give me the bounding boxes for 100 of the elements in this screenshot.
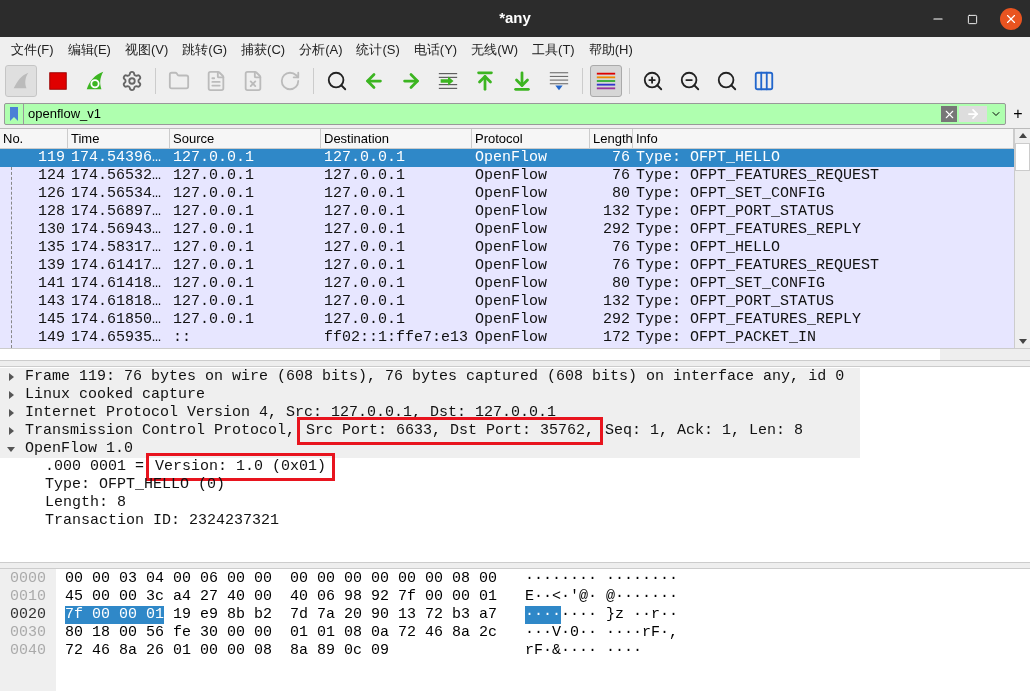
table-cell-text: 127.0.0.1 <box>172 311 255 329</box>
tree-item-text: Transmission Control Protocol, <box>25 420 296 441</box>
column-header[interactable]: Destination <box>321 129 472 148</box>
scrollbar-thumb[interactable] <box>1015 143 1030 171</box>
expander-icon[interactable] <box>7 373 16 381</box>
scroll-up-icon[interactable] <box>1018 132 1027 140</box>
menu-item[interactable]: 跳转(G) <box>175 39 235 60</box>
zoom-in-icon <box>642 70 664 92</box>
table-cell-text: Type: OFPT_PORT_STATUS <box>635 203 836 221</box>
packet-row[interactable]: 126 174.56534… 127.0.0.1 127.0.0.1 OpenFlow 80 Type: OFPT_SET_CONFIG <box>0 185 1014 203</box>
table-cell-text: Type: OFPT_HELLO <box>635 239 782 257</box>
scrollbar-thumb[interactable] <box>0 349 940 360</box>
menu-item[interactable]: 帮助(H) <box>581 39 640 60</box>
table-cell-text: OpenFlow <box>474 185 548 203</box>
table-cell-text: 292 <box>602 311 631 329</box>
menu-item[interactable]: 统计(S) <box>349 39 407 60</box>
menu-item[interactable]: 工具(T) <box>525 39 582 60</box>
packet-row[interactable]: 119 174.54396… 127.0.0.1 127.0.0.1 OpenFlow 76 Type: OFPT_HELLO <box>0 149 1014 167</box>
tree-item-text: Transaction ID: 2324237321 <box>45 510 280 531</box>
arrow-top-icon <box>474 70 496 92</box>
ascii-text: ···· }z ··r·· <box>561 606 679 624</box>
clear-button[interactable] <box>941 106 957 122</box>
table-cell-text: OpenFlow <box>474 275 548 293</box>
packet-row[interactable]: 124 174.56532… 127.0.0.1 127.0.0.1 OpenFlow 76 Type: OFPT_FEATURES_REQUEST <box>0 167 1014 185</box>
table-cell-text: 126 <box>37 185 66 203</box>
column-header[interactable]: Time <box>68 129 170 148</box>
table-cell-text: 127.0.0.1 <box>323 239 406 257</box>
goto-packet-icon <box>437 70 459 92</box>
hex-bytes: 00 00 03 04 00 06 00 00 00 00 00 00 00 00 08 00 <box>65 570 498 588</box>
tree-item-text: OpenFlow 1.0 <box>25 438 134 459</box>
menu-item[interactable]: 编辑(E) <box>60 39 118 60</box>
file-icon <box>205 70 227 92</box>
expander-icon[interactable] <box>7 427 16 435</box>
table-cell-text: 119 <box>37 149 66 167</box>
menu-item[interactable]: 电话(Y) <box>406 39 465 60</box>
table-cell-text: 149 <box>37 329 66 347</box>
table-cell-text: 127.0.0.1 <box>323 185 406 203</box>
column-header[interactable]: Length <box>590 129 633 148</box>
filter-text: openflow_v1 <box>28 105 102 124</box>
packet-row[interactable]: 128 174.56897… 127.0.0.1 127.0.0.1 OpenFlow 132 Type: OFPT_PORT_STATUS <box>0 203 1014 221</box>
menu-item[interactable]: 文件(F) <box>4 39 61 60</box>
table-cell-text: 174.56897… <box>70 203 162 221</box>
menu-item[interactable]: 无线(W) <box>464 39 526 60</box>
packet-row[interactable]: 149 174.65935… :: ff02::1:ffe7:e13 OpenFlow 172 Type: OFPT_PACKET_IN <box>0 329 1014 347</box>
window-title: *any <box>499 8 531 29</box>
expander-icon[interactable] <box>7 391 16 399</box>
ascii-text: ···V·0·· ····rF·, <box>525 624 679 642</box>
column-header[interactable]: Source <box>170 129 321 148</box>
scroll-down-icon[interactable] <box>1018 337 1027 345</box>
table-cell-text: :: <box>172 329 192 347</box>
expander-icon[interactable] <box>7 409 16 417</box>
packet-row[interactable]: 130 174.56943… 127.0.0.1 127.0.0.1 OpenFlow 292 Type: OFPT_FEATURES_REPLY <box>0 221 1014 239</box>
add-filter-button[interactable]: + <box>1010 102 1026 126</box>
menu-item[interactable]: 分析(A) <box>292 39 350 60</box>
column-header[interactable]: Protocol <box>472 129 590 148</box>
table-cell-text: 174.54396… <box>70 149 162 167</box>
offset-label: 0010 <box>9 588 47 606</box>
table-cell-text: 174.58317… <box>70 239 162 257</box>
stop-icon <box>47 70 69 92</box>
arrow-bottom-icon <box>511 70 533 92</box>
table-cell-text: 127.0.0.1 <box>172 221 255 239</box>
splitter-handle[interactable] <box>0 562 1030 569</box>
vertical-scrollbar[interactable] <box>1014 129 1030 348</box>
table-cell-text: OpenFlow <box>474 167 548 185</box>
tree-item-text: Frame 119: 76 bytes on wire (608 bits), 76 bytes captured (608 bits) on interface any, id 0 <box>25 366 845 387</box>
close-icon <box>1004 12 1018 26</box>
packet-row[interactable]: 139 174.61417… 127.0.0.1 127.0.0.1 OpenFlow 76 Type: OFPT_FEATURES_REQUEST <box>0 257 1014 275</box>
hex-bytes: 7f 00 00 01 <box>65 606 165 624</box>
table-cell-text: OpenFlow <box>474 203 548 221</box>
hex-bytes: 19 e9 8b b2 7d 7a 20 90 13 72 b3 a7 <box>172 606 498 624</box>
table-cell-text: Type: OFPT_FEATURES_REPLY <box>635 311 863 329</box>
display-filter-field[interactable]: openflow_v1 <box>4 103 1006 125</box>
table-cell-text: 127.0.0.1 <box>323 221 406 239</box>
table-cell-text: Type: OFPT_PACKET_IN <box>635 329 818 347</box>
close-button[interactable] <box>1000 8 1022 30</box>
table-cell-text: 174.56534… <box>70 185 162 203</box>
table-cell-text: 174.56943… <box>70 221 162 239</box>
autoscroll-icon <box>548 70 570 92</box>
packet-row[interactable]: 141 174.61418… 127.0.0.1 127.0.0.1 OpenFlow 80 Type: OFPT_SET_CONFIG <box>0 275 1014 293</box>
table-cell-text: 172 <box>602 329 631 347</box>
packet-row[interactable]: 145 174.61850… 127.0.0.1 127.0.0.1 OpenFlow 292 Type: OFPT_FEATURES_REPLY <box>0 311 1014 329</box>
table-cell-text: 76 <box>611 239 631 257</box>
table-cell-text: Type: OFPT_SET_CONFIG <box>635 275 827 293</box>
offset-label: 0030 <box>9 624 47 642</box>
splitter-handle[interactable] <box>0 360 1030 367</box>
table-cell-text: 132 <box>602 203 631 221</box>
arrow-left-icon <box>363 70 385 92</box>
ascii-text: rF·&···· ···· <box>525 642 643 660</box>
offset-label: 0040 <box>9 642 47 660</box>
column-header[interactable]: No. <box>0 129 68 148</box>
menu-item[interactable]: 捕获(C) <box>234 39 293 60</box>
table-cell-text: 141 <box>37 275 66 293</box>
maximize-button[interactable] <box>967 13 978 25</box>
horizontal-scrollbar[interactable] <box>0 348 1030 360</box>
expander-icon[interactable] <box>7 445 16 453</box>
packet-row[interactable]: 135 174.58317… 127.0.0.1 127.0.0.1 OpenFlow 76 Type: OFPT_HELLO <box>0 239 1014 257</box>
table-cell-text: Type: OFPT_FEATURES_REPLY <box>635 221 863 239</box>
table-cell-text: 174.61850… <box>70 311 162 329</box>
packet-row[interactable]: 143 174.61818… 127.0.0.1 127.0.0.1 OpenFlow 132 Type: OFPT_PORT_STATUS <box>0 293 1014 311</box>
menu-item[interactable]: 视图(V) <box>117 39 176 60</box>
